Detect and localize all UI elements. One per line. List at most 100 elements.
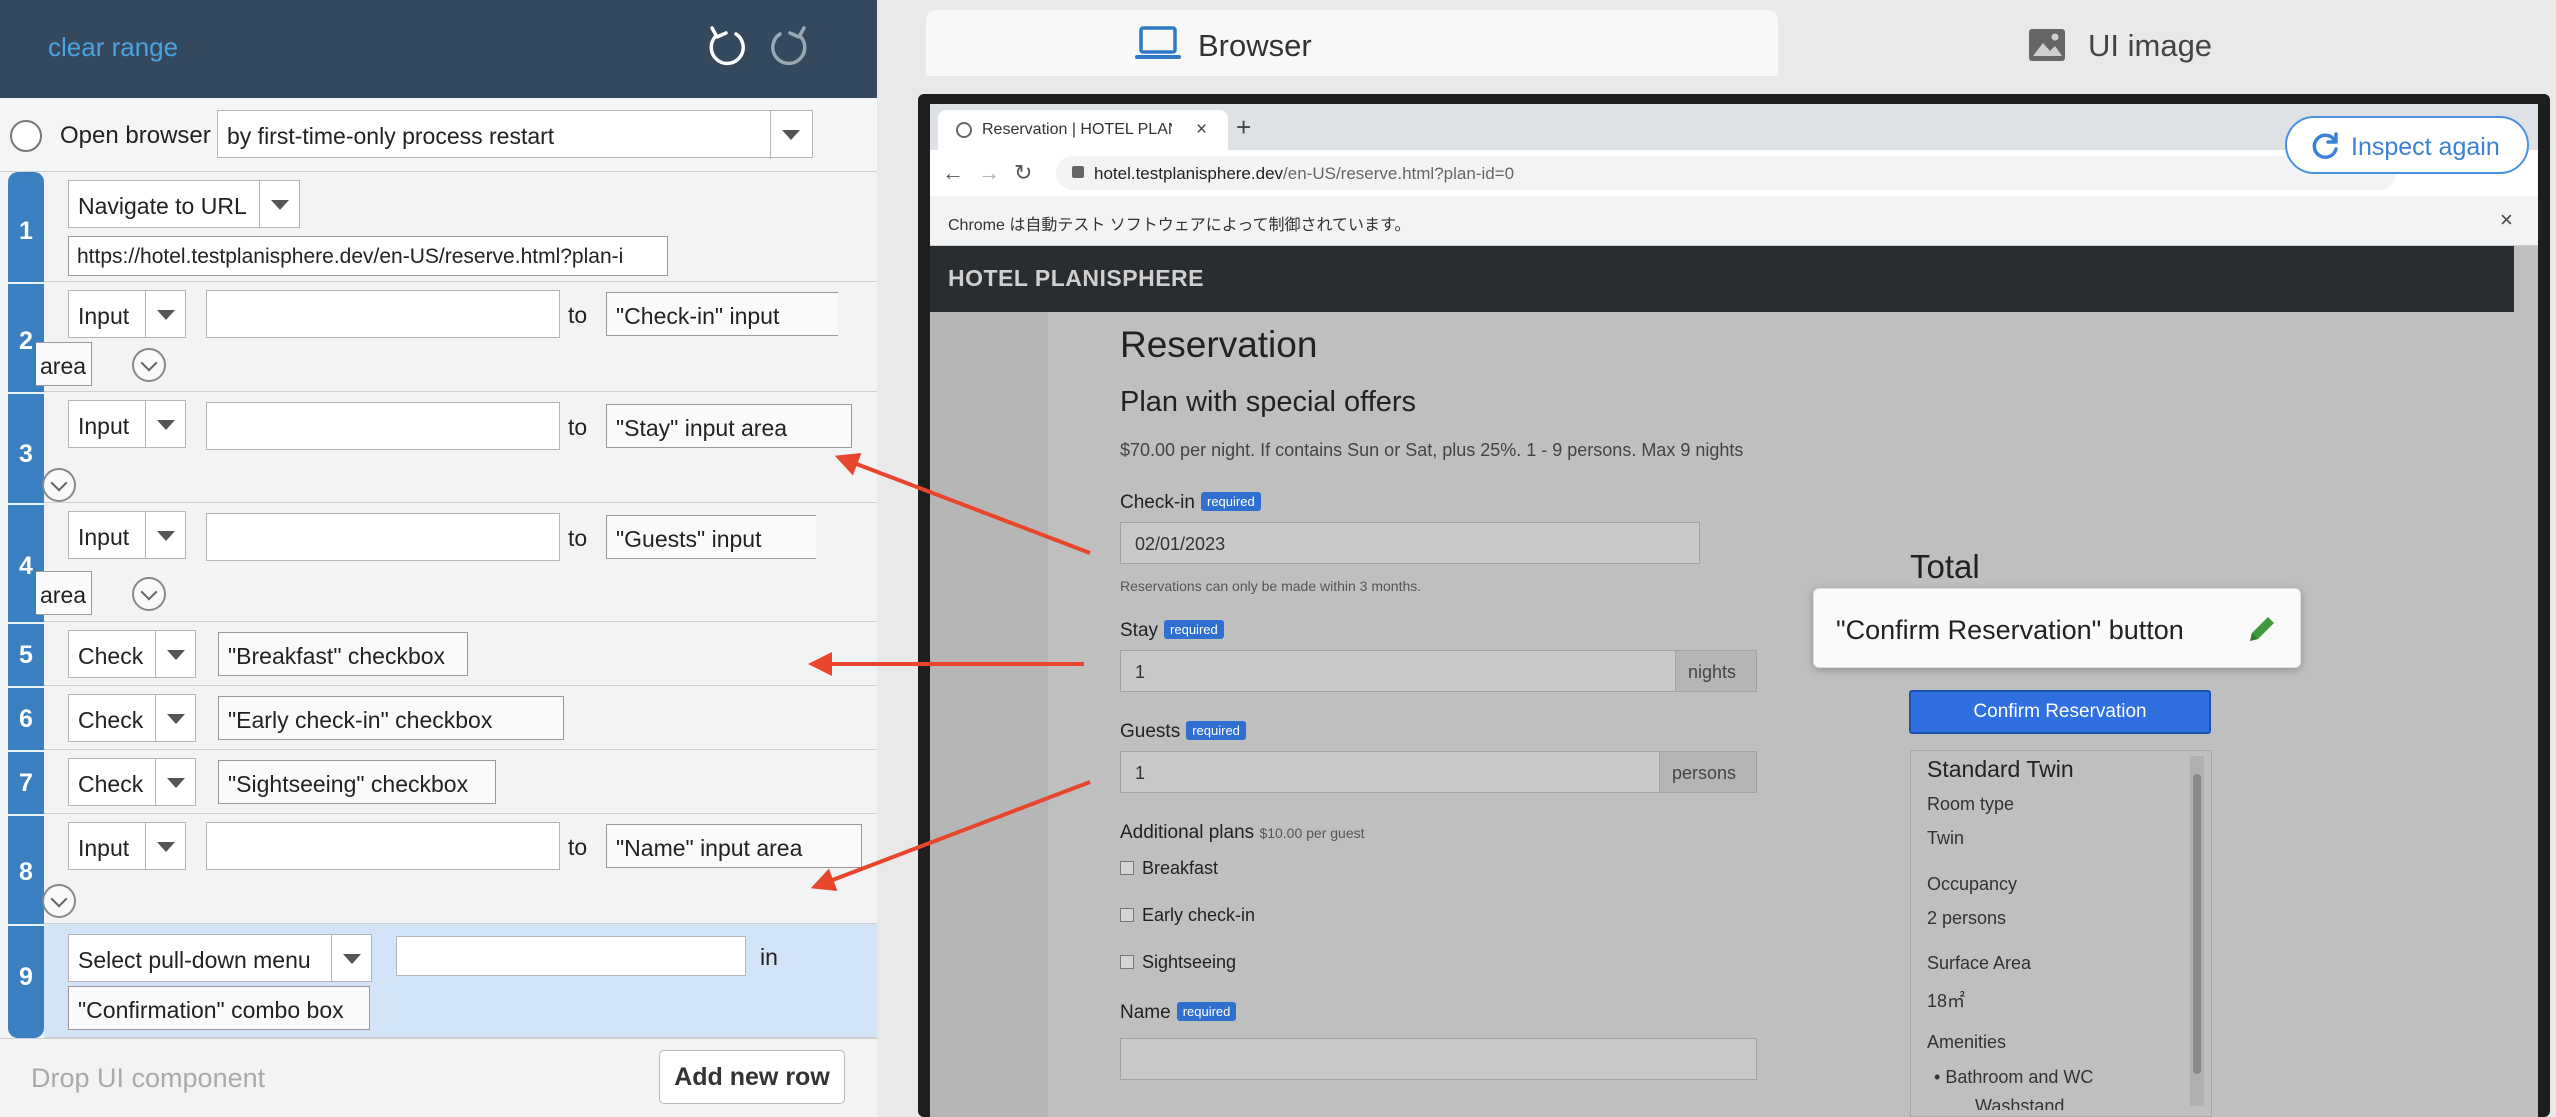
open-browser-radio[interactable] (10, 120, 42, 152)
open-browser-label: Open browser (60, 122, 211, 149)
script-editor-panel: clear range Open browser by first-time-o… (0, 0, 877, 1117)
site-brand[interactable]: HOTEL PLANISPHERE (948, 265, 1204, 292)
target-element-label[interactable]: "Confirmation" combo box (68, 986, 370, 1030)
element-tooltip: "Confirm Reservation" button (1813, 588, 2301, 668)
target-element-label[interactable]: "Check-in" input (606, 292, 838, 336)
target-element-label[interactable]: "Stay" input area (606, 404, 852, 448)
connector-label: to (568, 302, 588, 328)
scrollbar-thumb[interactable] (2193, 774, 2201, 1074)
target-element-label[interactable]: "Early check-in" checkbox (218, 696, 564, 740)
step-row-9[interactable]: Select pull-down menu in "Confirmation" … (44, 924, 877, 1038)
tab-ui-image[interactable]: UI image (1778, 10, 2518, 76)
site-navbar: HOTEL PLANISPHERE (930, 246, 2514, 312)
target-element-label[interactable]: "Sightseeing" checkbox (218, 760, 496, 804)
open-browser-mode-select[interactable]: by first-time-only process restart (217, 110, 813, 159)
action-select[interactable]: Input (68, 400, 186, 448)
chevron-down-icon[interactable] (145, 291, 185, 337)
url-input[interactable]: https://hotel.testplanisphere.dev/en-US/… (68, 236, 668, 276)
expand-circle-icon[interactable] (42, 468, 76, 502)
step-number: 6 (19, 705, 33, 733)
tab-browser[interactable]: Browser (926, 10, 1778, 76)
step-row-7[interactable]: Check "Sightseeing" checkbox (44, 750, 877, 814)
step-row-5[interactable]: Check "Breakfast" checkbox (44, 622, 877, 686)
action-select[interactable]: Navigate to URL (68, 180, 300, 228)
browser-tab[interactable]: Reservation | HOTEL PLANIS × (938, 110, 1228, 150)
checkin-input[interactable]: 02/01/2023 (1120, 522, 1700, 564)
name-input[interactable] (1120, 1038, 1757, 1080)
value-input[interactable] (206, 513, 560, 561)
value-input[interactable] (206, 402, 560, 450)
new-tab-icon[interactable]: + (1236, 112, 1251, 143)
stay-input[interactable]: 1 (1120, 650, 1676, 692)
sightseeing-checkbox[interactable] (1120, 955, 1134, 969)
step-row-3[interactable]: Input to "Stay" input area (42, 392, 877, 503)
breakfast-label: Breakfast (1142, 858, 1219, 878)
room-card-scrollbar[interactable] (2190, 756, 2204, 1106)
refresh-icon (2312, 132, 2338, 159)
chevron-down-icon[interactable] (770, 111, 812, 159)
editor-footer: Drop UI component Add new row (0, 1038, 877, 1117)
expand-circle-icon[interactable] (42, 884, 76, 918)
breakfast-checkbox[interactable] (1120, 861, 1134, 875)
value-input[interactable] (396, 936, 746, 976)
chevron-down-icon[interactable] (145, 823, 185, 869)
chevron-down-icon[interactable] (331, 935, 371, 981)
undo-icon[interactable] (702, 24, 750, 72)
step-row-2[interactable]: Input to "Check-in" input area (36, 282, 877, 392)
chevron-down-icon[interactable] (259, 181, 299, 227)
expand-circle-icon[interactable] (132, 577, 166, 611)
step-row-6[interactable]: Check "Early check-in" checkbox (44, 686, 877, 750)
redo-icon[interactable] (766, 24, 814, 72)
chevron-down-icon[interactable] (155, 759, 195, 805)
forward-icon[interactable]: → (978, 160, 1000, 186)
inspect-again-button[interactable]: Inspect again (2285, 116, 2529, 174)
rail-divider (8, 503, 44, 505)
action-select[interactable]: Select pull-down menu (68, 934, 372, 982)
action-select[interactable]: Check (68, 630, 196, 678)
action-select[interactable]: Check (68, 758, 196, 806)
value-input[interactable] (206, 290, 560, 338)
guests-input[interactable]: 1 (1120, 751, 1660, 793)
target-element-label-wrap[interactable]: area (36, 342, 92, 386)
globe-icon (956, 122, 972, 138)
value-input[interactable] (206, 822, 560, 870)
step-number: 1 (19, 217, 33, 245)
step-row-8[interactable]: Input to "Name" input area (42, 814, 877, 924)
confirm-reservation-button[interactable]: Confirm Reservation (1909, 690, 2211, 734)
clear-range-link[interactable]: clear range (48, 32, 178, 63)
chevron-down-icon[interactable] (155, 695, 195, 741)
address-bar[interactable]: hotel.testplanisphere.dev/en-US/reserve.… (1056, 156, 2396, 190)
reload-icon[interactable]: ↻ (1014, 160, 1032, 186)
page-content (1048, 312, 2514, 1117)
rail-divider (8, 924, 44, 926)
close-tab-icon[interactable]: × (1196, 119, 1207, 141)
add-new-row-button[interactable]: Add new row (659, 1050, 845, 1104)
target-element-label[interactable]: "Breakfast" checkbox (218, 632, 468, 676)
early-checkin-checkbox[interactable] (1120, 908, 1134, 922)
connector-label: to (568, 414, 588, 440)
expand-circle-icon[interactable] (132, 348, 166, 382)
back-icon[interactable]: ← (942, 160, 964, 186)
action-select[interactable]: Input (68, 511, 186, 559)
chevron-down-icon[interactable] (145, 512, 185, 558)
required-badge: required (1200, 492, 1261, 511)
target-element-label[interactable]: "Guests" input (606, 515, 816, 559)
target-element-label[interactable]: "Name" input area (606, 824, 862, 868)
step-row-1[interactable]: Navigate to URL https://hotel.testplanis… (44, 172, 877, 282)
target-element-label-wrap[interactable]: area (36, 571, 92, 615)
step-number: 7 (19, 769, 33, 797)
chevron-down-icon[interactable] (155, 631, 195, 677)
drop-ui-component-zone[interactable]: Drop UI component (31, 1063, 265, 1094)
rail-divider (8, 814, 44, 816)
pencil-icon[interactable] (2242, 609, 2282, 649)
action-select[interactable]: Check (68, 694, 196, 742)
rail-divider (8, 750, 44, 752)
close-infobar-icon[interactable]: × (2500, 207, 2513, 233)
rail-divider (8, 282, 44, 284)
action-select[interactable]: Input (68, 822, 186, 870)
required-badge: required (1164, 620, 1224, 639)
chevron-down-icon[interactable] (145, 401, 185, 447)
action-select[interactable]: Input (68, 290, 186, 338)
stay-label: Stay required (1120, 620, 1224, 642)
step-row-4[interactable]: Input to "Guests" input area (36, 503, 877, 622)
